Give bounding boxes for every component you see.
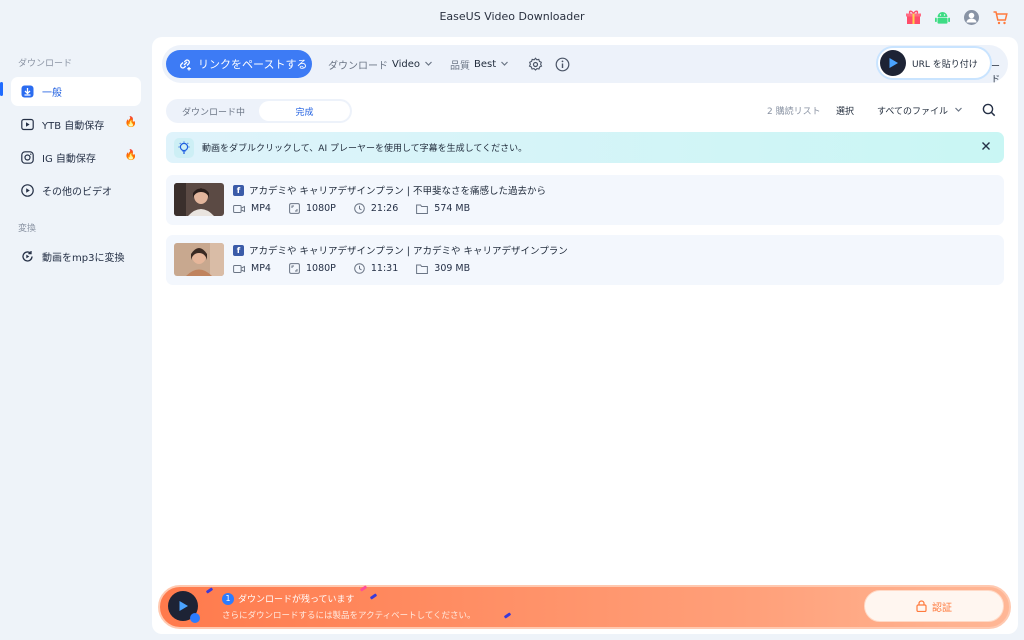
video-thumbnail (174, 243, 224, 276)
item-resolution: 1080P (289, 203, 336, 214)
item-resolution: 1080P (289, 263, 336, 274)
play-icon (20, 118, 34, 132)
paste-link-button[interactable]: リンクをペーストする (166, 50, 312, 78)
title-bar: EaseUS Video Downloader (0, 0, 1024, 36)
section-label-download: ダウンロード (18, 59, 73, 69)
folder-icon (416, 204, 429, 214)
sidebar: ダウンロード 一般 YTB 自動保存 🔥 IG 自動保存 🔥 その他のビデオ 変… (0, 50, 150, 275)
video-thumbnail (174, 183, 224, 216)
resolution-icon (289, 203, 300, 214)
chevron-down-icon (954, 105, 963, 117)
video-camera-icon (233, 204, 245, 213)
lock-icon (916, 600, 927, 612)
chevron-down-icon (500, 59, 509, 71)
confetti-decoration (205, 587, 214, 594)
select-button[interactable]: 選択 (836, 104, 854, 117)
resolution-icon (289, 263, 300, 274)
fire-icon: 🔥 (124, 117, 137, 128)
tip-text: 動画をダブルクリックして、AI プレーヤーを使用して字幕を生成してください。 (202, 144, 528, 154)
video-camera-icon (233, 264, 245, 273)
list-item[interactable]: f アカデミや キャリアデザインプラン | アカデミや キャリアデザインプラン … (166, 235, 1004, 285)
quality-value: Best (474, 59, 497, 70)
toolbar: リンクをペーストする ダウンロード Video 品質 Best URL を貼り付… (162, 45, 1008, 85)
confetti-decoration (359, 585, 368, 592)
ai-bulb-icon (174, 137, 194, 158)
link-add-icon (178, 57, 192, 71)
main-panel: リンクをペーストする ダウンロード Video 品質 Best URL を貼り付… (152, 37, 1018, 634)
sidebar-item-label: 一般 (42, 88, 62, 99)
paste-link-label: リンクをペーストする (198, 58, 308, 71)
facebook-icon: f (233, 184, 244, 196)
settings-icon[interactable] (526, 55, 544, 73)
section-label-convert: 変換 (18, 224, 37, 234)
activate-label: 認証 (932, 602, 952, 614)
download-type-value: Video (392, 59, 421, 70)
sidebar-item-label: IG 自動保存 (42, 154, 96, 165)
convert-icon (20, 250, 34, 264)
download-type-label: ダウンロード (328, 61, 388, 72)
item-title: f アカデミや キャリアデザインプラン | アカデミや キャリアデザインプラン (233, 243, 568, 257)
tip-banner: 動画をダブルクリックして、AI プレーヤーを使用して字幕を生成してください。 (166, 132, 1004, 163)
fire-icon: 🔥 (124, 150, 137, 161)
sidebar-item-label: YTB 自動保存 (42, 121, 105, 132)
item-size: 309 MB (416, 263, 470, 274)
item-title: f アカデミや キャリアデザインプラン | 不甲斐なさを痛感した過去から (233, 183, 546, 197)
sidebar-item-general[interactable]: 一般 (11, 77, 141, 106)
gift-icon[interactable] (904, 8, 923, 27)
watch-list-link[interactable]: 2 購読リスト (767, 104, 821, 117)
item-format: MP4 (233, 263, 271, 274)
android-icon[interactable] (933, 8, 952, 27)
sidebar-item-label: その他のビデオ (42, 187, 112, 198)
app-logo-icon (880, 50, 906, 76)
activation-hint: さらにダウンロードするには製品をアクティベートしてください。 (222, 611, 476, 621)
quality-label: 品質 (450, 61, 470, 72)
paste-url-button[interactable]: URL を貼り付け (878, 48, 990, 78)
item-duration: 11:31 (354, 263, 398, 274)
sidebar-item-mp3-convert[interactable]: 動画をmp3に変換 (11, 242, 141, 271)
item-format: MP4 (233, 203, 271, 214)
cart-icon[interactable] (991, 8, 1010, 27)
toolbar-tail-text: ード (991, 62, 1001, 85)
paste-url-label: URL を貼り付け (912, 59, 978, 70)
confetti-decoration (503, 612, 512, 619)
activate-button[interactable]: 認証 (864, 590, 1004, 622)
download-icon (20, 85, 34, 99)
sidebar-item-ig-autosave[interactable]: IG 自動保存 🔥 (11, 143, 141, 172)
clock-icon (354, 263, 365, 274)
quality-select[interactable]: 品質 Best (450, 57, 509, 72)
list-item[interactable]: f アカデミや キャリアデザインプラン | 不甲斐なさを痛感した過去から MP4… (166, 175, 1004, 225)
item-title-text: アカデミや キャリアデザインプラン | アカデミや キャリアデザインプラン (249, 246, 568, 257)
app-title: EaseUS Video Downloader (439, 10, 585, 23)
status-tabs: ダウンロード中 完成 (166, 99, 352, 123)
facebook-icon: f (233, 244, 244, 256)
remaining-text: ダウンロードが残っています (238, 595, 355, 605)
info-icon[interactable] (553, 55, 571, 73)
tab-downloading[interactable]: ダウンロード中 (168, 101, 259, 121)
item-size: 574 MB (416, 203, 470, 214)
item-meta: MP4 1080P 11:31 309 MB (233, 263, 488, 274)
sidebar-item-other-videos[interactable]: その他のビデオ (11, 176, 141, 205)
account-icon[interactable] (962, 8, 981, 27)
chevron-down-icon (424, 59, 433, 71)
remaining-downloads: 1 ダウンロードが残っています (222, 592, 355, 605)
activation-bar: 1 ダウンロードが残っています さらにダウンロードするには製品をアクティベートし… (158, 585, 1011, 629)
play-circle-icon (20, 184, 34, 198)
item-duration: 21:26 (354, 203, 398, 214)
tab-completed[interactable]: 完成 (259, 101, 350, 121)
file-filter-label: すべてのファイル (877, 107, 949, 117)
file-filter-select[interactable]: すべてのファイル (877, 104, 963, 117)
lock-badge-icon (190, 613, 200, 623)
download-type-select[interactable]: ダウンロード Video (328, 57, 433, 72)
close-icon[interactable] (980, 140, 992, 155)
sidebar-item-label: 動画をmp3に変換 (42, 253, 125, 264)
folder-icon (416, 264, 429, 274)
search-icon[interactable] (982, 103, 996, 120)
sidebar-item-ytb-autosave[interactable]: YTB 自動保存 🔥 (11, 110, 141, 139)
remaining-count: 1 (222, 592, 234, 605)
instagram-icon (20, 151, 34, 165)
confetti-decoration (369, 593, 378, 600)
item-meta: MP4 1080P 21:26 574 MB (233, 203, 488, 214)
item-title-text: アカデミや キャリアデザインプラン | 不甲斐なさを痛感した過去から (249, 186, 546, 197)
clock-icon (354, 203, 365, 214)
